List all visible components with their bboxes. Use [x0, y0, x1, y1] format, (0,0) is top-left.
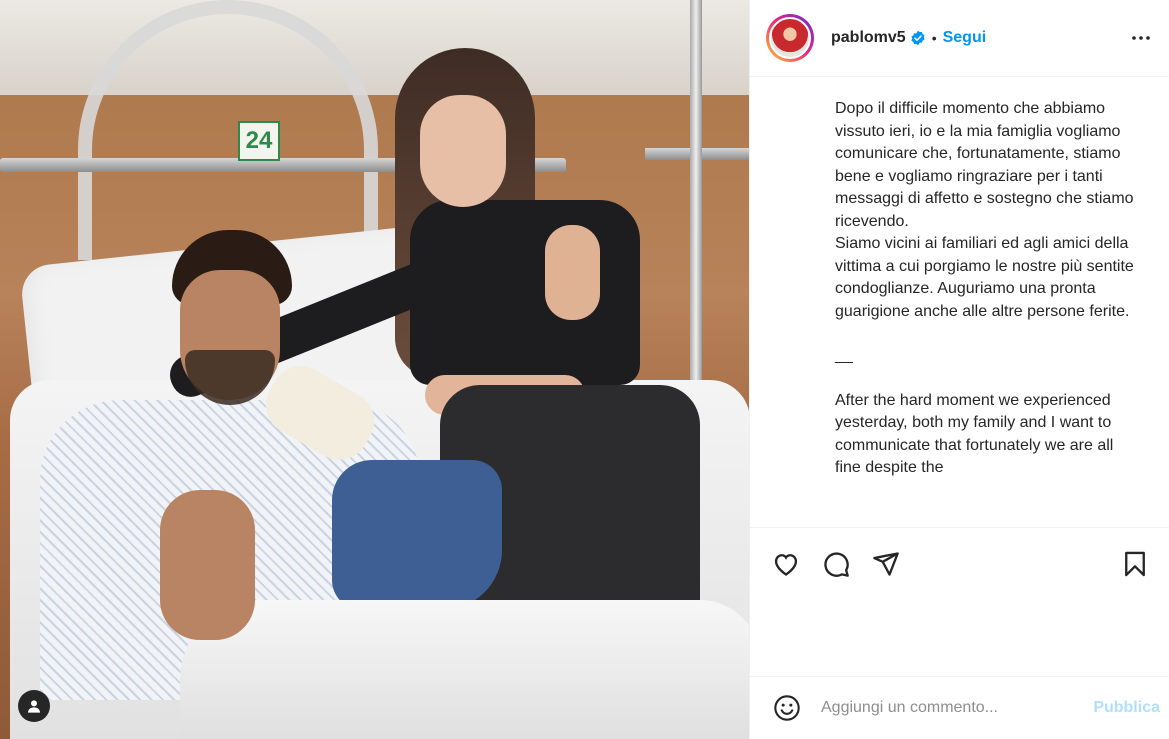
blanket [180, 600, 749, 739]
follow-button[interactable]: Segui [943, 29, 987, 47]
bookmark-icon[interactable] [1120, 549, 1150, 579]
arm-sling [332, 460, 502, 610]
woman-thumbs-up [545, 225, 600, 320]
comment-icon[interactable] [821, 549, 851, 579]
post-header: pablomv5 • Segui [750, 0, 1169, 77]
post-actions-bar [750, 527, 1169, 599]
post-caption: Dopo il difficile momento che abbiamo vi… [750, 77, 1169, 527]
header-separator: • [931, 30, 937, 46]
woman-face [420, 95, 506, 207]
profile-avatar-ring[interactable] [766, 14, 814, 62]
username-link[interactable]: pablomv5 [831, 29, 906, 47]
man-thumbs-up [160, 490, 255, 640]
share-icon[interactable] [871, 549, 901, 579]
avatar[interactable] [769, 17, 811, 59]
post-image[interactable]: 24 [0, 0, 749, 739]
user-tag-icon[interactable] [18, 690, 50, 722]
more-options-icon[interactable] [1129, 26, 1153, 50]
caption-separator: __ [835, 347, 853, 364]
comment-input[interactable] [821, 699, 1071, 717]
comment-bar: Pubblica [750, 676, 1169, 739]
verified-badge-icon [910, 30, 926, 46]
publish-button[interactable]: Pubblica [1093, 699, 1162, 717]
heart-icon[interactable] [771, 549, 801, 579]
room-number-sign: 24 [238, 121, 280, 161]
caption-italian: Dopo il difficile momento che abbiamo vi… [835, 100, 1134, 320]
post-side-panel: pablomv5 • Segui Dopo il difficile momen… [749, 0, 1169, 739]
caption-english: After the hard moment we experienced yes… [835, 391, 1114, 477]
woman-top [410, 200, 640, 385]
emoji-icon[interactable] [771, 692, 803, 724]
